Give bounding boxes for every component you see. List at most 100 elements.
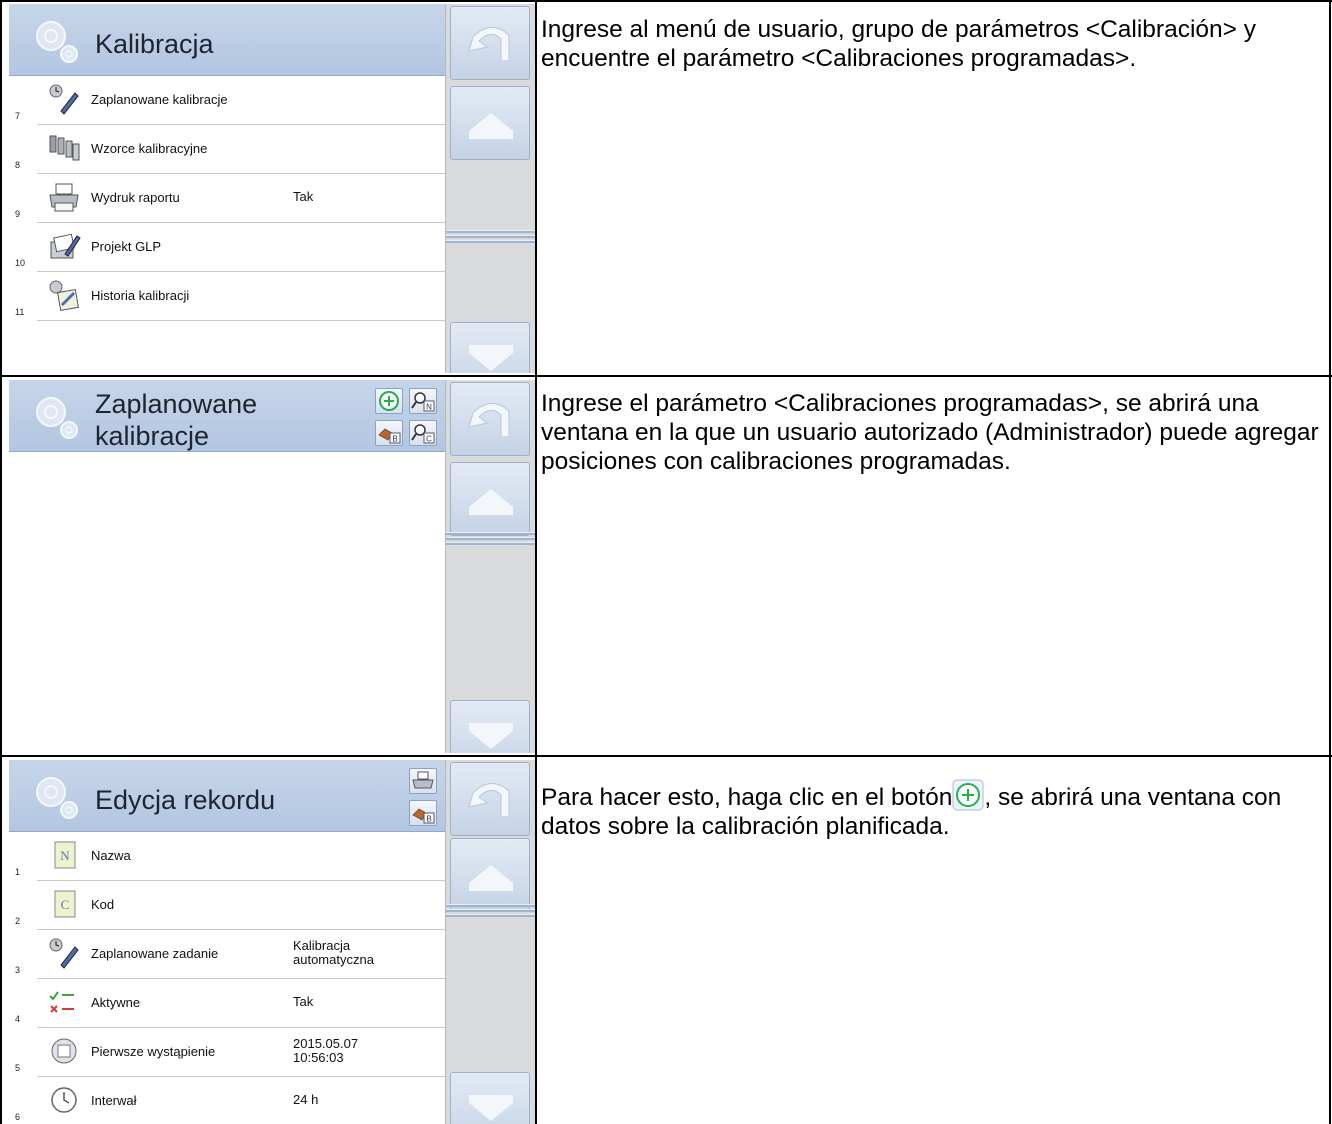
clock-icon [51,1087,77,1113]
table-row-divider-1 [0,375,1332,377]
row-label: Nazwa [91,848,131,863]
search-by-code-button[interactable]: C [409,420,437,446]
page-title: Zaplanowane kalibracje [95,388,257,452]
export-badge: B [392,435,397,444]
table-border-top [0,0,1332,2]
scroll-down-icon [469,345,513,371]
back-button[interactable] [450,6,530,80]
list-item-calibration-history[interactable]: 11 Historia kalibracji [15,272,445,321]
settings-gear-icon [36,777,78,819]
scroll-top-button[interactable] [450,462,530,536]
title-bar: Edycja rekordu B [9,760,445,832]
row-number: 3 [15,965,21,975]
row-value: 24 h [293,1092,319,1107]
row-value-line2: automatyczna [293,952,374,967]
step3-description-start: Para hacer esto, haga clic en el botón [541,784,953,811]
list-item-scheduled-task[interactable]: 3 Zaplanowane zadanie Kalibracja automat… [15,930,445,979]
calibration-history-icon [49,280,80,311]
screen-calibration-menu: Kalibracja 7 Zaplanowane kalibracje 8 Wz… [9,4,535,373]
row-number: 2 [15,916,21,926]
row-number: 4 [15,1014,21,1024]
row-label: Aktywne [91,995,141,1010]
page-title: Edycja rekordu [95,785,276,815]
scroll-down-button[interactable] [450,1072,530,1124]
undo-arrow-icon [468,27,510,62]
list-item-code[interactable]: 2 C Kod [15,881,445,930]
row-label: Wzorce kalibracyjne [91,141,208,156]
code-badge: C [426,435,432,444]
export-button[interactable]: B [409,800,437,826]
side-navigation-panel [445,4,535,373]
title-bar: Zaplanowane kalibracje N B C [9,380,445,452]
row-label: Kod [91,897,115,912]
search-by-name-button[interactable]: N [409,388,437,414]
step2-description: Ingrese el parámetro <Calibraciones prog… [541,390,1319,475]
title-bar: Kalibracja [9,4,445,76]
table-border-right [1329,0,1331,1124]
scroll-top-button[interactable] [450,86,530,160]
printer-icon [49,183,79,212]
table-row-divider-2 [0,755,1332,757]
row-value-line1: Kalibracja [293,938,351,953]
page-title-line2: kalibracje [95,421,210,451]
export-button[interactable]: B [375,420,403,446]
print-button[interactable] [409,768,437,794]
page-title-line1: Zaplanowane [95,389,258,419]
list-item-glp-project[interactable]: 10 Projekt GLP [15,223,445,272]
first-occurrence-icon [51,1038,77,1064]
list-item-scheduled-calibrations[interactable]: 7 Zaplanowane kalibracje [15,76,445,125]
scrollbar-thumb[interactable] [446,902,535,917]
list-item-first-occurrence[interactable]: 5 Pierwsze wystąpienie 2015.05.07 10:56:… [15,1028,445,1077]
glp-project-icon [50,233,81,259]
list-item-name[interactable]: 1 N Nazwa [15,832,445,881]
side-navigation-panel [445,380,535,753]
search-by-code-icon: C [411,424,435,444]
search-by-name-icon: N [411,392,435,412]
undo-arrow-icon [468,783,510,818]
row-label: Interwał [91,1093,137,1108]
list-item-report-printout[interactable]: 9 Wydruk raportu Tak [15,174,445,223]
name-field-icon: N [54,841,76,869]
svg-text:C: C [61,897,70,912]
row-value: Tak [293,189,314,204]
add-button[interactable] [375,388,403,414]
row-number: 10 [15,258,26,268]
row-label: Projekt GLP [91,239,162,254]
name-badge: N [426,403,432,412]
scroll-top-icon [469,489,513,515]
scrollbar-thumb[interactable] [446,530,535,545]
active-toggle-icon [49,991,74,1013]
row-label: Historia kalibracji [91,288,190,303]
row-number: 1 [15,867,21,877]
scroll-down-button[interactable] [450,700,530,753]
back-button[interactable] [450,762,530,836]
settings-gear-icon [36,397,78,439]
scheduled-calibration-icon [49,84,79,115]
list-item-active[interactable]: 4 Aktywne Tak [15,979,445,1028]
row-number: 9 [15,209,21,219]
list-item-calibration-weights[interactable]: 8 Wzorce kalibracyjne [15,125,445,174]
add-icon [379,391,399,411]
list-item-interval[interactable]: 6 Interwał 24 h [15,1077,445,1124]
svg-text:N: N [60,848,70,863]
row-number: 5 [15,1063,21,1073]
export-icon: B [378,428,401,444]
calibration-weights-icon [49,135,80,161]
row-value-line2: 10:56:03 [293,1050,344,1065]
add-icon [952,779,984,811]
row-value-line1: 2015.05.07 [293,1036,359,1051]
undo-arrow-icon [468,403,510,438]
scroll-top-button[interactable] [450,838,530,912]
scrollbar-thumb[interactable] [446,228,535,243]
row-number: 11 [15,307,25,317]
scroll-down-icon [469,723,513,749]
row-number: 6 [15,1112,21,1122]
row-value: Kalibracja automatyczna [293,939,374,967]
record-field-list: 1 N Nazwa 2 C Kod 3 Zaplanowane zadanie [9,832,445,1124]
back-button[interactable] [450,382,530,456]
scroll-down-icon [469,1095,513,1121]
row-label: Wydruk raportu [91,190,180,205]
scheduled-task-icon [49,938,79,969]
screen-scheduled-calibrations: Zaplanowane kalibracje N B C [9,380,535,753]
scroll-down-button[interactable] [450,322,530,373]
